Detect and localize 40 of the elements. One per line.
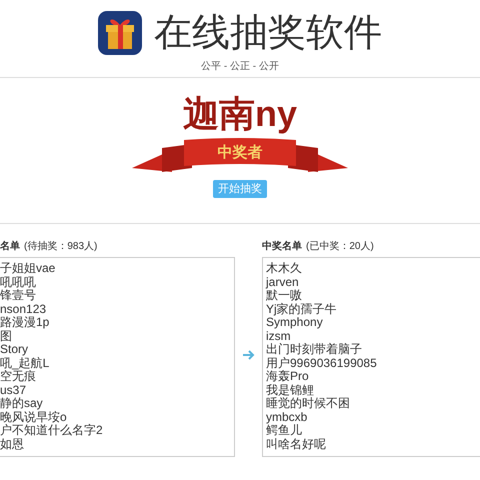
- name-entry: 叫啥名好呢: [266, 438, 327, 451]
- name-entry: 空无痕: [0, 370, 37, 384]
- name-entry: 木木久: [266, 262, 303, 276]
- ribbon-banner: 中奖者: [132, 138, 348, 174]
- tagline: 公平 - 公正 - 公开: [200, 60, 280, 74]
- name-entry: 静的say: [0, 397, 44, 410]
- name-entry: 图: [0, 330, 13, 343]
- name-entry: 如恩: [0, 438, 25, 451]
- name-entry: 锋壹号: [0, 289, 37, 302]
- name-entry: 用户9969036199085: [266, 356, 378, 370]
- name-entry: 吼吼吼: [0, 276, 37, 289]
- name-entry: 子姐姐vae: [0, 262, 56, 276]
- name-entry: nson123: [0, 302, 48, 316]
- name-entry: jarven: [266, 276, 300, 288]
- name-entry: 鳄鱼儿: [266, 424, 302, 438]
- gift-icon: [98, 10, 142, 54]
- pending-list-textarea[interactable]: 子姐姐vae 吼吼吼 锋壹号 nson123 路漫漫1p 图 Story 吼_起航L 空无痕 us37 静的say 晚风说早垵o 户不知道什么名字2 如恩: [0, 257, 235, 457]
- winner-name: 迦南ny: [182, 96, 297, 132]
- name-entry: 晚风说早垵o: [0, 410, 68, 424]
- list-heading: 名单: [0, 240, 20, 254]
- name-entry: 吼_起航L: [0, 356, 50, 370]
- right-arrow-icon: [242, 350, 254, 360]
- app-title: 在线抽奖软件: [154, 14, 382, 52]
- list-heading: 中奖名单: [262, 240, 302, 254]
- name-entry: Yj家的孺子牛: [266, 302, 338, 316]
- name-entry: us37: [0, 384, 28, 397]
- name-entry: 户不知道什么名字2: [0, 424, 104, 438]
- name-entry: 海轰Pro: [266, 370, 310, 384]
- name-entry: Symphony: [266, 316, 324, 330]
- name-entry: 默一嗷: [266, 289, 303, 302]
- name-entry: ymbcxb: [266, 410, 308, 424]
- name-entry: 出门时刻带着脑子: [266, 343, 363, 356]
- name-entry: izsm: [266, 330, 292, 343]
- count-label: (待抽奖：983人): [24, 240, 98, 254]
- name-entry: Story: [0, 343, 30, 356]
- name-entry: 我是锦鲤: [266, 384, 315, 397]
- winner-list-textarea[interactable]: 木木久 jarven 默一嗷 Yj家的孺子牛 Symphony izsm 出门时刻带着脑子 用户9969036199085 海轰Pro 我是锦鲤 睡觉的时候不困 ymbcxb 鳄鱼儿 叫啥名好呢: [262, 257, 480, 457]
- name-entry: 睡觉的时候不困: [266, 397, 351, 410]
- count-label: (已中奖：20人): [306, 240, 374, 254]
- name-entry: 路漫漫1p: [0, 316, 50, 330]
